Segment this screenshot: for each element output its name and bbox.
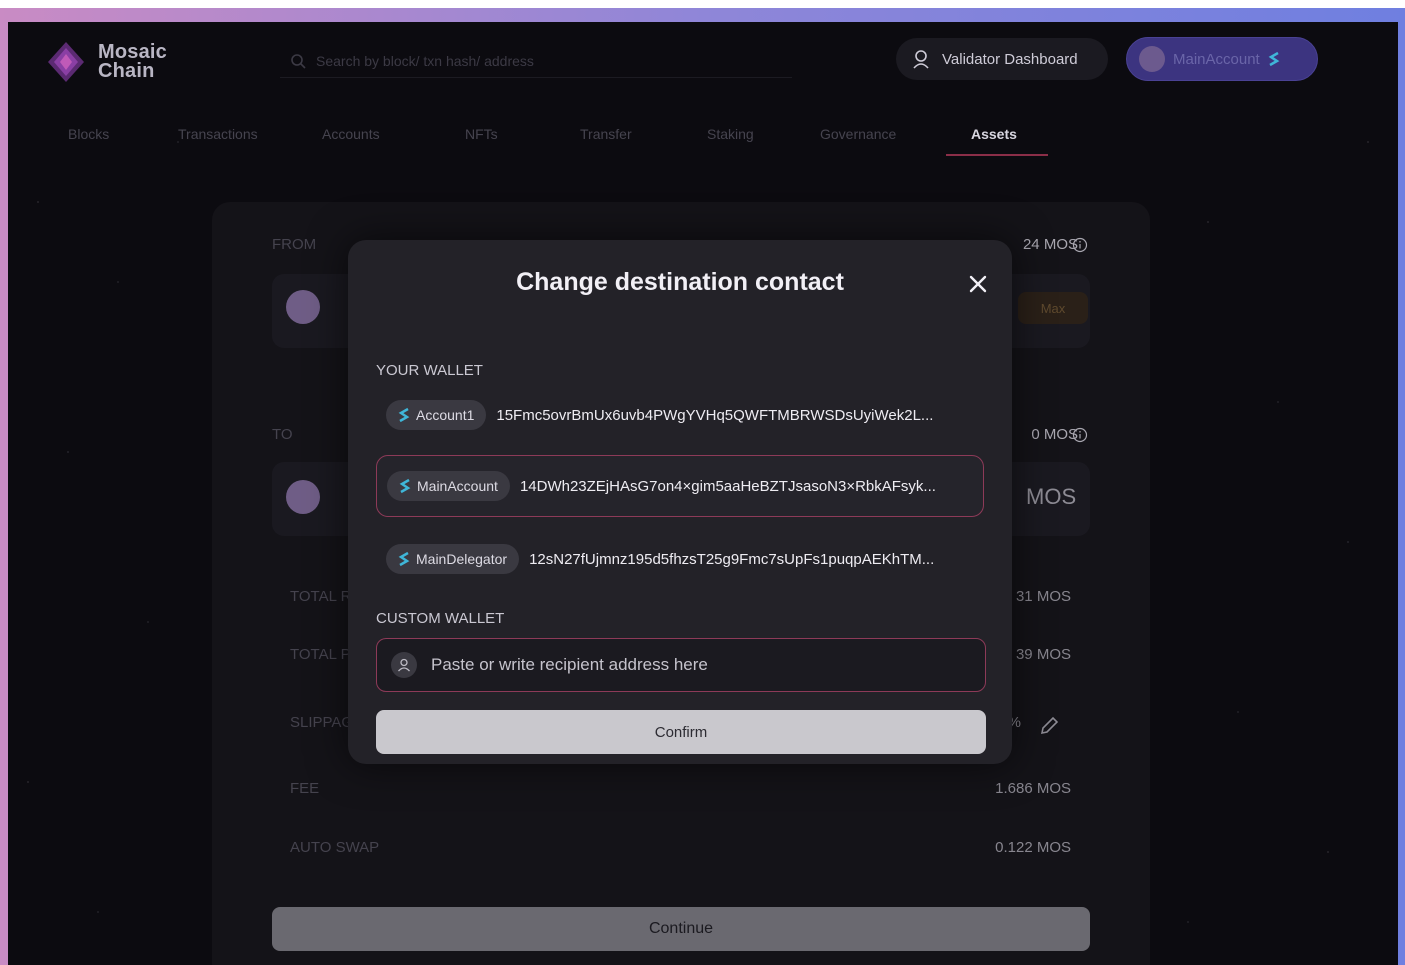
app-frame: Mosaic Chain Search by block/ txn hash/ … <box>0 8 1405 965</box>
search-bar[interactable]: Search by block/ txn hash/ address <box>280 44 792 78</box>
summary-value-fee: 1.686 MOS <box>995 780 1071 797</box>
summary-label-total-r: TOTAL R <box>290 588 352 605</box>
nav-blocks[interactable]: Blocks <box>68 126 109 142</box>
wallet-name: MainAccount <box>417 478 498 494</box>
summary-label-slippage: SLIPPAG <box>290 714 354 731</box>
nav-active-indicator <box>946 154 1048 156</box>
your-wallet-label: YOUR WALLET <box>376 362 483 379</box>
to-asset-icon <box>286 480 320 514</box>
s-token-icon <box>398 551 410 567</box>
s-token-icon <box>1268 51 1280 67</box>
validator-dashboard-button[interactable]: Validator Dashboard <box>896 38 1108 80</box>
from-asset-icon <box>286 290 320 324</box>
info-icon[interactable] <box>1072 237 1088 253</box>
avatar-icon <box>1139 46 1165 72</box>
wallet-option-maindelegator[interactable]: MainDelegator 12sN27fUjmnz195d5fhzsT25g9… <box>376 536 984 582</box>
main-nav: Blocks Transactions Accounts NFTs Transf… <box>8 118 1398 156</box>
wallet-chip: Account1 <box>386 400 487 430</box>
logo[interactable]: Mosaic Chain <box>44 40 167 84</box>
summary-value-auto-swap: 0.122 MOS <box>995 839 1071 856</box>
change-destination-modal: Change destination contact YOUR WALLET A… <box>348 240 1012 764</box>
wallet-option-account1[interactable]: Account1 15Fmc5ovrBmUx6uvb4PWgYVHq5QWFTM… <box>376 392 984 438</box>
logo-mark-icon <box>48 42 84 82</box>
pencil-icon[interactable] <box>1038 715 1060 737</box>
confirm-button[interactable]: Confirm <box>376 710 986 754</box>
nav-nfts[interactable]: NFTs <box>465 126 498 142</box>
summary-label-total-p: TOTAL P <box>290 646 351 663</box>
wallet-name: MainDelegator <box>416 551 508 567</box>
continue-button[interactable]: Continue <box>272 907 1090 951</box>
close-icon[interactable] <box>965 271 991 297</box>
max-button[interactable]: Max <box>1018 292 1088 324</box>
summary-label-fee: FEE <box>290 780 320 797</box>
logo-line2: Chain <box>98 60 155 82</box>
validator-dashboard-label: Validator Dashboard <box>942 50 1078 68</box>
s-token-icon <box>398 407 410 423</box>
wallet-chip: MainDelegator <box>386 544 520 574</box>
wallet-chip: MainAccount <box>387 471 510 501</box>
search-icon <box>291 53 306 69</box>
info-icon[interactable] <box>1072 427 1088 443</box>
nav-staking[interactable]: Staking <box>707 126 754 142</box>
nav-transactions[interactable]: Transactions <box>178 126 258 142</box>
validator-icon <box>913 50 929 69</box>
from-label: FROM <box>272 236 317 253</box>
custom-wallet-label: CUSTOM WALLET <box>376 610 505 627</box>
to-currency: MOS <box>1026 484 1077 509</box>
user-icon <box>391 652 417 678</box>
nav-governance[interactable]: Governance <box>820 126 896 142</box>
app-screen: Mosaic Chain Search by block/ txn hash/ … <box>8 22 1398 965</box>
modal-title: Change destination contact <box>516 268 844 296</box>
custom-wallet-field[interactable] <box>376 638 986 692</box>
search-placeholder: Search by block/ txn hash/ address <box>316 52 534 69</box>
nav-accounts[interactable]: Accounts <box>322 126 380 142</box>
wallet-name: Account1 <box>416 407 475 423</box>
wallet-address: 15Fmc5ovrBmUx6uvb4PWgYVHq5QWFTMBRWSDsUyi… <box>496 406 934 424</box>
account-label: MainAccount <box>1173 50 1260 68</box>
s-token-icon <box>399 478 411 494</box>
wallet-option-mainaccount[interactable]: MainAccount 14DWh23ZEjHAsG7on4×gim5aaHeB… <box>376 455 984 517</box>
wallet-address: 14DWh23ZEjHAsG7on4×gim5aaHeBZTJsasoN3×Rb… <box>519 477 936 495</box>
custom-wallet-input[interactable] <box>431 655 951 675</box>
wallet-address: 12sN27fUjmnz195d5fhzsT25g9Fmc7sUpFs1puqp… <box>529 550 935 568</box>
summary-label-auto-swap: AUTO SWAP <box>290 839 380 856</box>
nav-transfer[interactable]: Transfer <box>580 126 632 142</box>
to-label: TO <box>272 426 293 443</box>
nav-assets[interactable]: Assets <box>971 126 1017 142</box>
account-button[interactable]: MainAccount <box>1126 37 1318 81</box>
